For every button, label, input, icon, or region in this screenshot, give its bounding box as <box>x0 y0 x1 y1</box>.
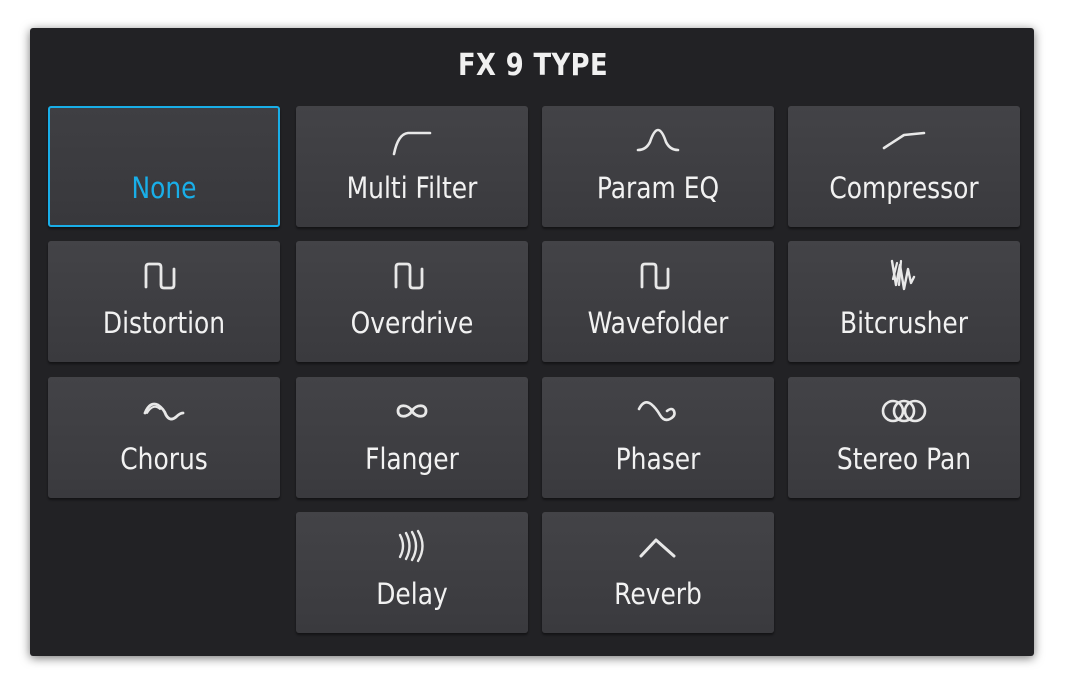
fx-option-none[interactable]: None <box>48 106 280 227</box>
fx-option-distortion[interactable]: Distortion <box>48 241 280 362</box>
square-wave-icon <box>634 255 682 295</box>
fx-option-label: Chorus <box>120 442 208 476</box>
fx-option-label: Bitcrusher <box>839 306 968 340</box>
fx-option-flanger[interactable]: Flanger <box>296 377 528 498</box>
fx-option-stereo-pan[interactable]: Stereo Pan <box>788 377 1020 498</box>
fx-option-compressor[interactable]: Compressor <box>788 106 1020 227</box>
square-wave-icon <box>388 255 436 295</box>
fx-option-label: Distortion <box>102 306 226 340</box>
popup-title: FX 9 TYPE <box>457 48 609 83</box>
sine-wave-icon <box>140 391 188 431</box>
fx-option-chorus[interactable]: Chorus <box>48 377 280 498</box>
bitcrush-zigzag-icon <box>880 255 928 295</box>
fx-option-label: Multi Filter <box>346 171 478 205</box>
fx-option-delay[interactable]: Delay <box>296 512 528 633</box>
three-circles-icon <box>880 391 928 431</box>
fx-option-wavefolder[interactable]: Wavefolder <box>542 241 774 362</box>
fx-option-label: Reverb <box>614 577 702 611</box>
caret-up-icon <box>634 526 682 566</box>
infinity-icon <box>388 391 436 431</box>
fx-option-label: Compressor <box>829 171 979 205</box>
fx-option-reverb[interactable]: Reverb <box>542 512 774 633</box>
fx-option-param-eq[interactable]: Param EQ <box>542 106 774 227</box>
fx-option-label: None <box>131 171 197 205</box>
fx-option-bitcrusher[interactable]: Bitcrusher <box>788 241 1020 362</box>
fx-option-label: Overdrive <box>350 306 474 340</box>
fx-option-label: Stereo Pan <box>836 442 972 476</box>
compressor-curve-icon <box>880 120 928 160</box>
fx-option-overdrive[interactable]: Overdrive <box>296 241 528 362</box>
fx-option-phaser[interactable]: Phaser <box>542 377 774 498</box>
echo-arcs-icon <box>388 526 436 566</box>
fx-option-multi-filter[interactable]: Multi Filter <box>296 106 528 227</box>
fx-option-label: Param EQ <box>596 171 720 205</box>
fx-option-label: Flanger <box>365 442 459 476</box>
sine-wave-icon <box>634 391 682 431</box>
lowpass-filter-curve-icon <box>388 120 436 160</box>
square-wave-icon <box>140 255 188 295</box>
fx-option-label: Delay <box>376 577 448 611</box>
fx-option-label: Phaser <box>615 442 701 476</box>
fx-option-label: Wavefolder <box>587 306 729 340</box>
bell-curve-icon <box>634 120 682 160</box>
